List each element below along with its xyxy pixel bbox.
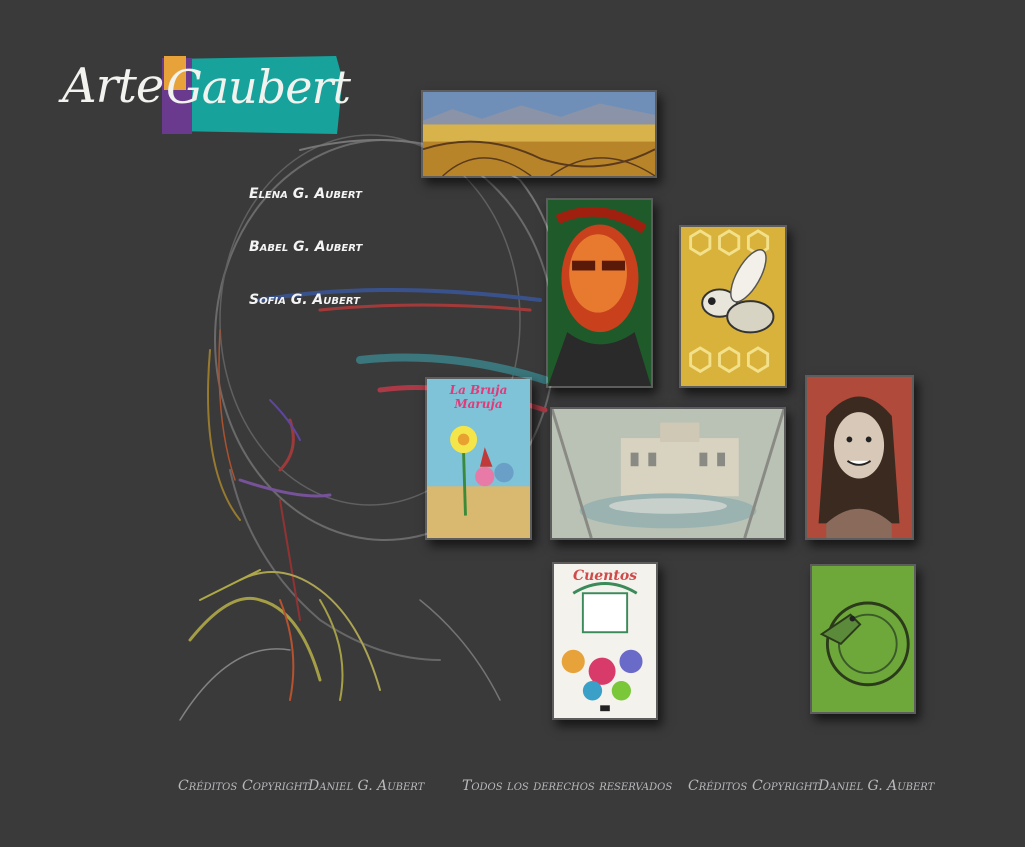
footer-left-creditos-link[interactable]: Créditos [178,778,237,794]
gallery-tile-portrait-woman[interactable] [805,375,914,540]
nav-link-babel[interactable]: Babel G. Aubert [249,239,362,255]
footer-right-creditos-link[interactable]: Créditos [688,778,747,794]
bee-painting-image [681,227,785,386]
gallery-tile-bee[interactable] [679,225,787,388]
footer-left-author-link[interactable]: Daniel G. Aubert [308,778,424,794]
nav-link-sofia[interactable]: Sofia G. Aubert [249,292,360,308]
footer-right-author-link[interactable]: Daniel G. Aubert [818,778,934,794]
footer-right-copyright-link[interactable]: Copyright [752,778,819,794]
crocodile-drawing-image [812,566,914,712]
nav-link-elena[interactable]: Elena G. Aubert [249,186,362,202]
gallery-tile-cibeles[interactable] [550,407,786,540]
landscape-painting-image [423,92,655,176]
artegaubert-logo[interactable]: Arte Gaubert [60,54,351,136]
portrait-woman-drawing-image [807,377,912,538]
la-bruja-maruja-title: La Bruja Maruja [449,383,508,411]
cibeles-palace-painting-image [552,409,784,538]
logo-word-arte: Arte [62,58,164,114]
footer-rights-text: Todos los derechos reservados [462,778,673,794]
gallery-tile-cuentos[interactable]: Cuentos [552,562,658,720]
gallery-tile-la-bruja-maruja[interactable]: La Bruja Maruja [425,377,532,540]
cuentos-title: Cuentos [572,568,638,584]
logo-word-gaubert: Gaubert [166,60,351,114]
gallery-tile-crocodile[interactable] [810,564,916,714]
cuentos-cover-image [554,564,656,718]
gallery-tile-portrait-man[interactable] [546,198,653,388]
footer-left-copyright-link[interactable]: Copyright [242,778,309,794]
portrait-man-painting-image [548,200,651,386]
gallery-tile-landscape[interactable] [421,90,657,178]
